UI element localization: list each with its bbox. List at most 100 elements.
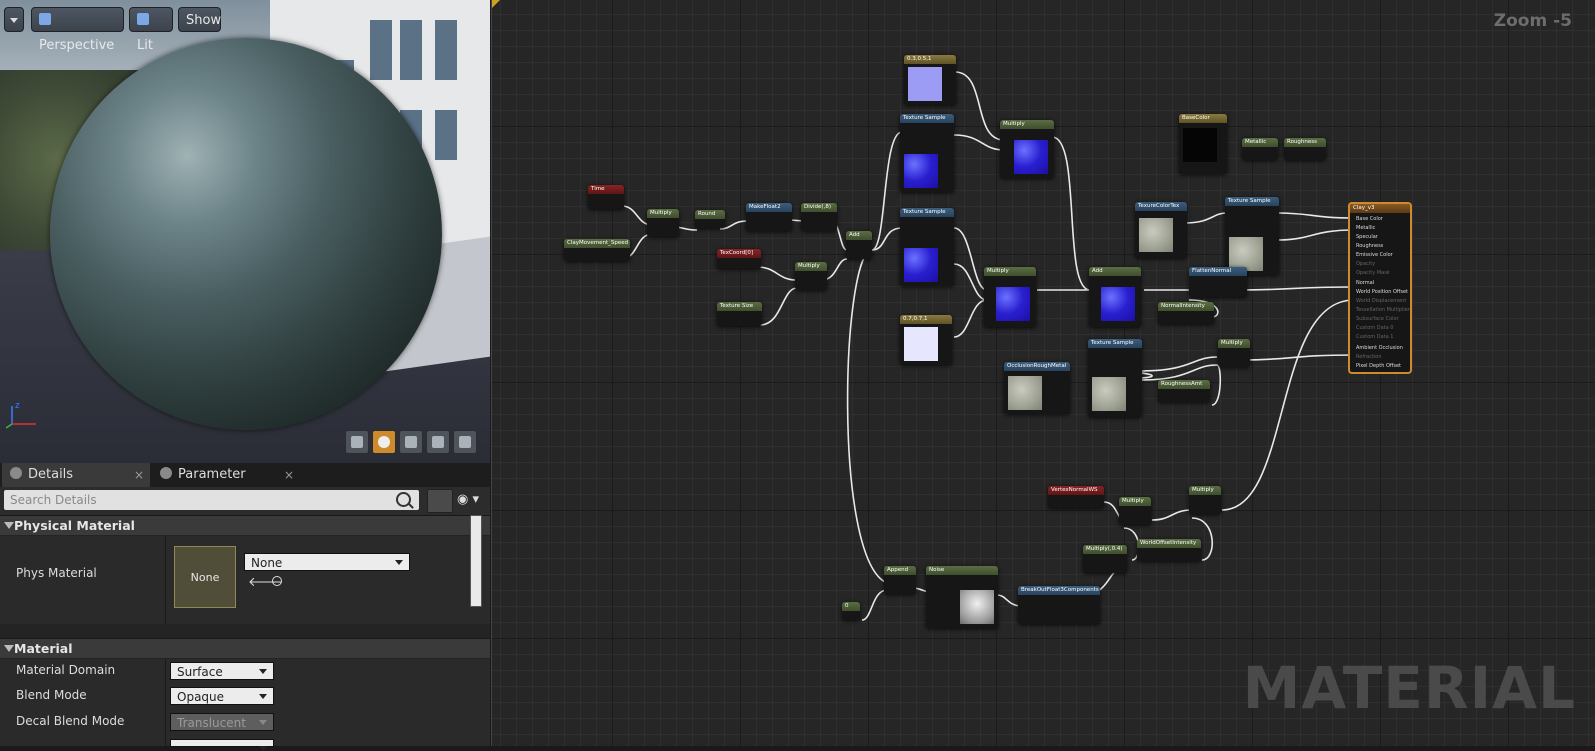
result-pin[interactable]: Opacity Mask [1356,270,1390,276]
search-icon[interactable] [396,492,411,507]
search-details-input[interactable]: Search Details [4,490,419,510]
break-out-node[interactable]: BreakOutFloat3Components [1018,586,1100,624]
material-preview-viewport[interactable]: Perspective Lit Show z [0,0,490,463]
chevron-down-icon [10,18,18,23]
axis-gizmo-icon: z [6,401,36,429]
divide-node[interactable]: Divide(,8) [801,203,837,231]
left-panel: Perspective Lit Show z Details × Paramet… [0,0,490,751]
preview-sphere [50,38,442,430]
add-node[interactable]: Add [1089,267,1141,327]
texcoord-node[interactable]: TexCoord[0] [717,249,761,269]
result-pin[interactable]: Tessellation Multiplier [1356,307,1410,313]
perspective-icon [39,13,51,25]
make-float2-node[interactable]: MakeFloat2 [746,203,792,231]
eye-icon[interactable]: ◉ ▾ [457,492,487,508]
material-graph-canvas[interactable]: Zoom -5 MATERIAL Time ClayMovement_Speed… [491,0,1595,746]
parameter-defaults-icon [160,467,172,479]
multiply-node[interactable]: Multiply [984,267,1036,327]
result-pin[interactable]: Refraction [1356,354,1382,360]
result-pin[interactable]: World Displacement [1356,298,1406,304]
phys-material-dropdown[interactable]: None [244,553,410,571]
preview-cube-button[interactable] [426,430,450,454]
texture-sample-node[interactable]: Texture Sample [1225,197,1279,275]
details-scrollbar[interactable] [470,515,482,607]
decal-blend-mode-dropdown: Translucent [170,713,274,731]
result-pin[interactable]: Custom Data 1 [1356,334,1393,340]
flatten-normal-node[interactable]: FlattenNormal [1189,267,1247,297]
append-node[interactable]: Append [884,566,916,594]
round-node[interactable]: Round [695,210,725,228]
roughness-node[interactable]: Roughness [1284,138,1326,160]
result-pin[interactable]: Roughness [1356,243,1383,249]
phys-material-thumbnail[interactable]: None [174,546,236,608]
texture-color-tex-node[interactable]: TexureColorTex [1135,202,1187,258]
texture-sample-node[interactable]: Texture Sample [1088,339,1142,417]
result-pin[interactable]: Normal [1356,280,1374,286]
result-pin[interactable]: Ambient Occlusion [1356,345,1403,351]
result-pin[interactable]: Emissive Color [1356,252,1393,258]
preview-mesh-button[interactable] [453,430,477,454]
constant-node[interactable]: 0 [842,602,860,620]
lit-button[interactable]: Lit [129,7,173,53]
result-pin[interactable]: Custom Data 0 [1356,325,1393,331]
vertex-normal-node[interactable]: VertexNormalWS [1048,486,1104,508]
preview-plane-button[interactable] [399,430,423,454]
occlusion-rough-metal-node[interactable]: OcclusionRoughMetal [1004,362,1070,414]
material-props: Material Domain Surface Blend Mode Opaqu… [0,659,490,751]
base-color-node[interactable]: BaseColor [1179,114,1227,174]
result-pin[interactable]: Subsurface Color [1356,316,1399,322]
result-pin[interactable]: Opacity [1356,261,1375,267]
multiply-node[interactable]: Multiply [1119,497,1151,525]
svg-text:z: z [15,401,20,411]
preview-cylinder-button[interactable] [345,430,369,454]
material-result-node[interactable]: Clay_v3 Base Color Metallic Specular Rou… [1348,202,1412,374]
multiply-node[interactable]: Multiply [647,209,679,237]
close-icon[interactable]: × [284,463,294,487]
section-physical-material[interactable]: Physical Material [0,515,490,535]
close-icon[interactable]: × [134,463,144,487]
blend-mode-label: Blend Mode [16,688,87,702]
multiply-node[interactable]: Multiply [795,262,827,290]
time-node[interactable]: Time [588,185,624,209]
result-pin[interactable]: Base Color [1356,216,1383,222]
texture-size-node[interactable]: Texture Size [717,302,762,326]
tab-parameter-defaults[interactable]: Parameter Defaults × [152,463,300,506]
preview-sphere-button[interactable] [372,430,396,454]
material-domain-dropdown[interactable]: Surface [170,662,274,680]
result-pin[interactable]: Metallic [1356,225,1375,231]
details-tab-bar: Details × Parameter Defaults × [0,463,490,506]
decal-blend-mode-label: Decal Blend Mode [16,714,125,728]
browse-search-icon[interactable] [272,576,282,586]
multiply-node[interactable]: Multiply [1000,120,1054,178]
texture-sample-node[interactable]: Texture Sample [900,208,954,286]
roughness-amt-node[interactable]: RoughnessAmt [1158,380,1210,402]
constant-vector-node[interactable]: 0.3,0.5,1 [904,55,956,105]
phys-material-row: Phys Material None None 🡐 [0,536,490,624]
perspective-button[interactable]: Perspective [31,7,124,53]
metallic-node[interactable]: Metallic [1242,138,1278,160]
details-search-row: Search Details ◉ ▾ [0,487,490,515]
list-view-button[interactable] [427,489,453,513]
viewport-options-button[interactable] [4,7,24,32]
noise-node[interactable]: Noise [926,566,998,628]
normal-intensity-node[interactable]: NormalIntensity [1158,302,1214,324]
add-node[interactable]: Add [846,231,872,259]
multiply-node[interactable]: Multiply(,0.4) [1083,545,1127,573]
result-pin[interactable]: Specular [1356,234,1378,240]
blend-mode-dropdown[interactable]: Opaque [170,687,274,705]
multiply-node[interactable]: Multiply [1189,486,1221,514]
phys-material-label: Phys Material [16,566,97,580]
show-button[interactable]: Show [178,7,221,32]
tab-details[interactable]: Details × [2,463,150,487]
multiply-node[interactable]: Multiply [1218,339,1250,367]
result-pin[interactable]: World Position Offset [1356,289,1408,295]
details-icon [10,467,22,479]
constant-vector-node[interactable]: 0.7,0.7,1 [900,315,952,365]
material-domain-label: Material Domain [16,663,116,677]
texture-sample-node[interactable]: Texture Sample [900,114,954,192]
section-material[interactable]: Material [0,638,490,658]
clay-speed-node[interactable]: ClayMovement_Speed [564,239,630,261]
result-pin[interactable]: Pixel Depth Offset [1356,363,1401,369]
lit-icon [137,13,149,25]
world-offset-intensity-node[interactable]: WorldOffsetIntensity [1137,539,1201,561]
